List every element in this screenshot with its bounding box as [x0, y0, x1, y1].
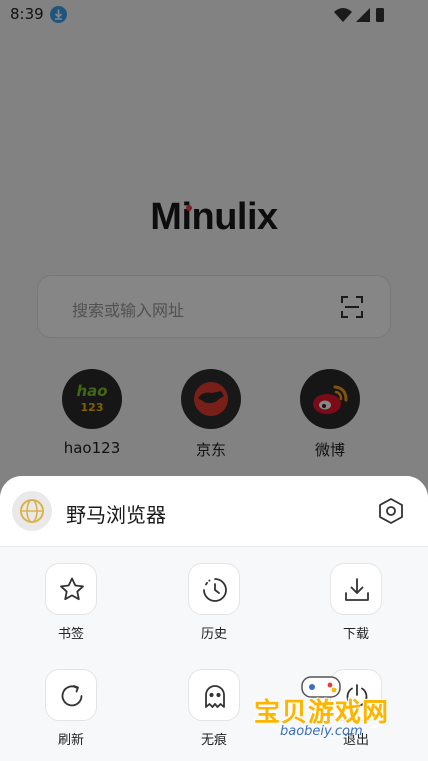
menu-incognito[interactable]: 无痕 — [169, 669, 259, 748]
download-tray-icon — [330, 563, 382, 615]
menu-label: 书签 — [57, 627, 84, 642]
menu-label: 退出 — [342, 733, 369, 748]
app-title: 野马浏览器 — [66, 503, 166, 527]
history-clock-icon — [188, 563, 240, 615]
menu-label: 历史 — [200, 627, 227, 642]
ghost-icon — [188, 669, 240, 721]
power-icon — [330, 669, 382, 721]
menu-bottom-sheet: 野马浏览器 书签 历史 下载 刷新 无痕 退出 — [0, 476, 428, 761]
star-icon — [45, 563, 97, 615]
menu-exit[interactable]: 退出 — [311, 669, 401, 748]
settings-hexagon-icon[interactable] — [376, 496, 406, 526]
menu-label: 下载 — [342, 627, 369, 642]
menu-refresh[interactable]: 刷新 — [26, 669, 116, 748]
menu-history[interactable]: 历史 — [169, 563, 259, 642]
menu-bookmarks[interactable]: 书签 — [26, 563, 116, 642]
menu-downloads[interactable]: 下载 — [311, 563, 401, 642]
app-logo-icon — [12, 491, 52, 531]
sheet-header: 野马浏览器 — [0, 476, 428, 547]
menu-label: 无痕 — [200, 733, 227, 748]
refresh-icon — [45, 669, 97, 721]
menu-label: 刷新 — [57, 733, 84, 748]
